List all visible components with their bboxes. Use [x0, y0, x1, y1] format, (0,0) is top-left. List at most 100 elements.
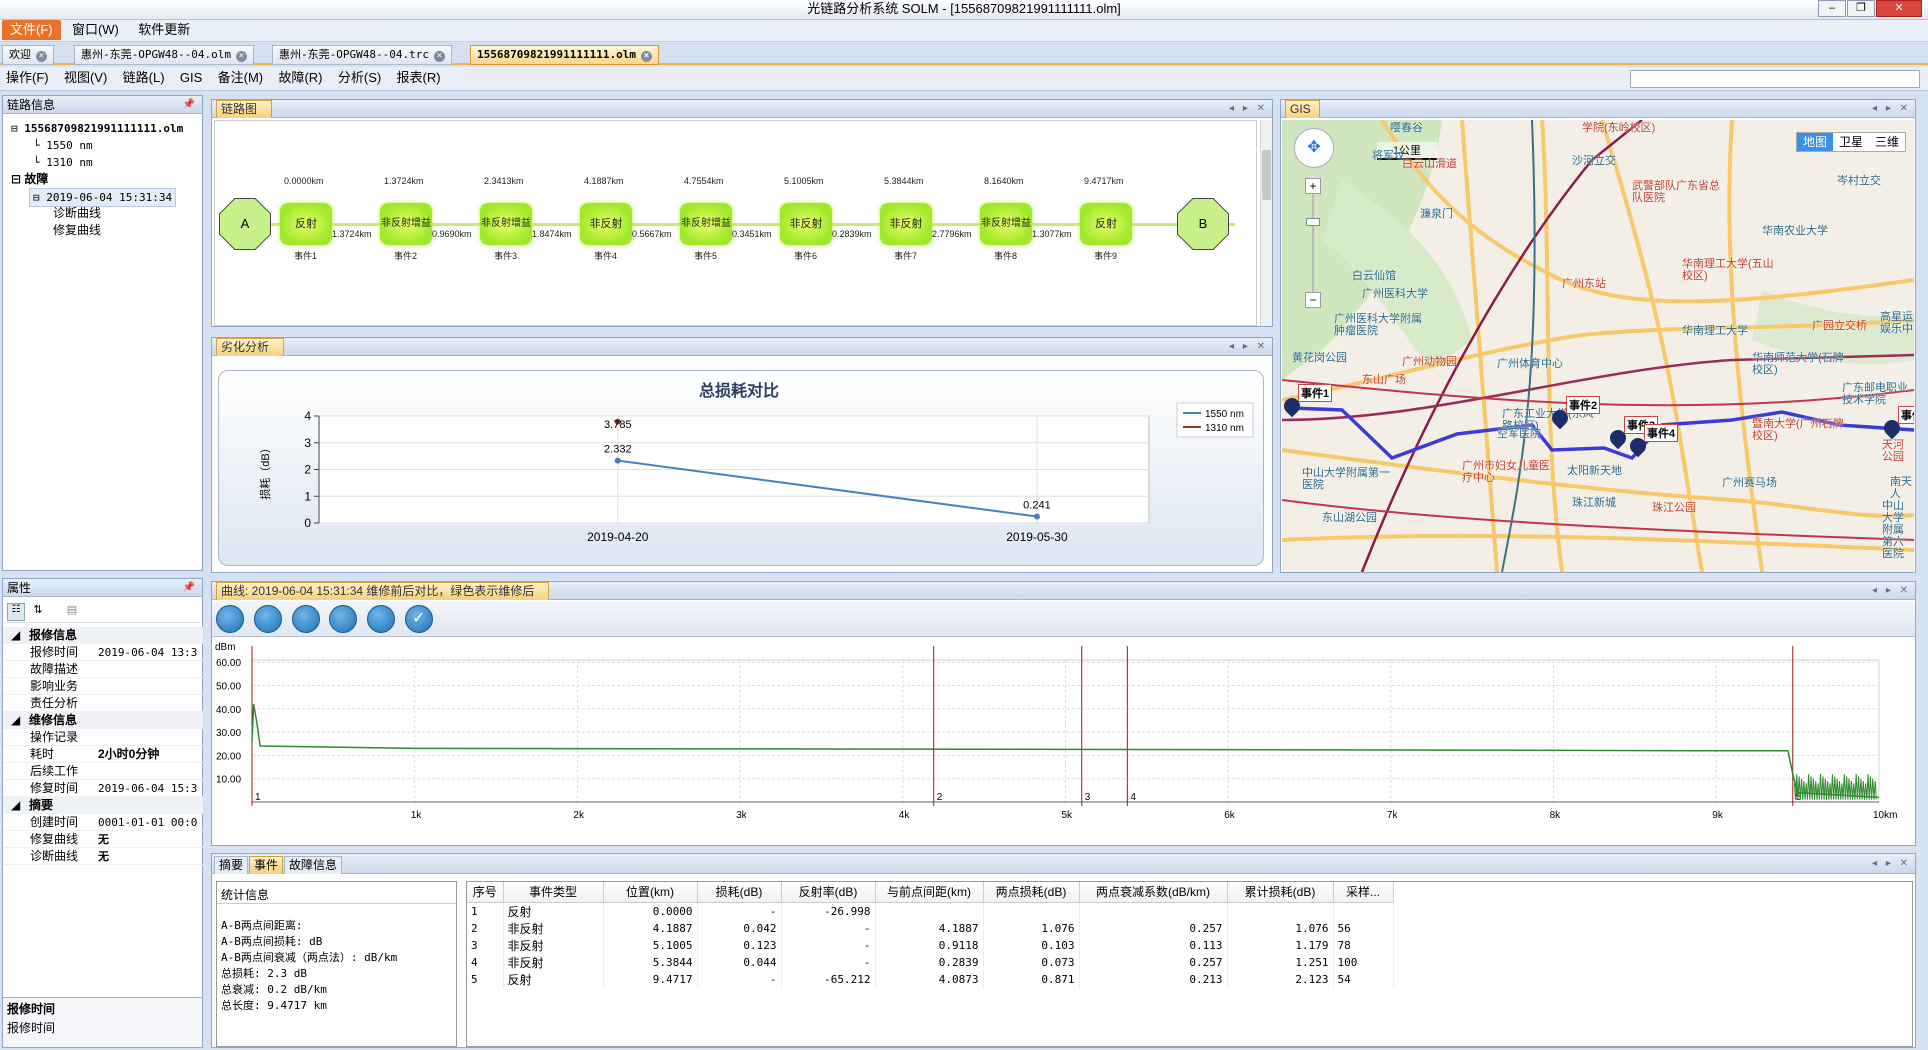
menu-update[interactable]: 软件更新: [130, 20, 198, 40]
menu-link[interactable]: 链路(L): [117, 67, 171, 89]
column-header[interactable]: 反射率(dB): [781, 882, 876, 903]
menu-file[interactable]: 文件(F): [2, 20, 61, 40]
prop-row[interactable]: 后续工作: [3, 763, 203, 780]
column-header[interactable]: 位置(km): [603, 882, 698, 903]
doc-tab-olm[interactable]: 惠州-东莞-OPGW48--04.olm ×: [74, 45, 254, 65]
column-header[interactable]: 序号: [467, 882, 504, 903]
vertical-scrollbar[interactable]: [1260, 120, 1272, 326]
column-header[interactable]: 事件类型: [503, 882, 604, 903]
panel-tab-gis[interactable]: GIS: [1285, 100, 1320, 118]
prop-row[interactable]: 创建时间 0001-01-01 00:0: [3, 814, 203, 831]
event-node[interactable]: 非反射增益: [480, 203, 532, 245]
prop-row[interactable]: 影响业务: [3, 678, 203, 695]
measure-icon[interactable]: [367, 605, 395, 633]
menu-analysis[interactable]: 分析(S): [332, 67, 387, 89]
tab-events[interactable]: 事件: [249, 856, 284, 874]
prop-row[interactable]: 耗时 2小时0分钟: [3, 746, 203, 763]
prop-row[interactable]: 修复时间 2019-06-04 15:3: [3, 780, 203, 797]
gis-map[interactable]: ✥ + − 地图 卫星 三维 1公里 学院(东岭校区) 嘤春谷 将军坟 白云山滑道 沙河…: [1282, 120, 1914, 572]
event-node[interactable]: 非反射: [580, 203, 632, 245]
column-header[interactable]: 两点损耗(dB): [983, 882, 1080, 903]
column-header[interactable]: 与前点间距(km): [875, 882, 984, 903]
event-node[interactable]: 反射: [1080, 203, 1132, 245]
map-zoom-slider[interactable]: + −: [1305, 178, 1321, 308]
zoom-search-icon[interactable]: [216, 605, 244, 633]
column-header[interactable]: 采样...: [1333, 882, 1394, 903]
pin-icon[interactable]: 📌: [183, 579, 198, 597]
panel-nav-icons[interactable]: ◂ ▸ ✕: [1872, 854, 1911, 874]
map-mode-map[interactable]: 地图: [1797, 133, 1834, 151]
property-pages-icon[interactable]: ▤: [63, 603, 81, 621]
search-input[interactable]: [1630, 70, 1920, 88]
panel-tab-link-diagram[interactable]: 链路图: [216, 100, 273, 118]
table-row[interactable]: 2 非反射 4.1887 0.042-4.1887 1.076 0.257 1.076 56: [467, 919, 1394, 937]
tab-close-icon[interactable]: ×: [433, 51, 445, 62]
tree-repair-curve[interactable]: 修复曲线: [53, 222, 101, 239]
event-node[interactable]: 非反射增益: [680, 203, 732, 245]
prop-row[interactable]: 诊断曲线无: [3, 848, 203, 865]
zoom-in-icon[interactable]: +: [1305, 178, 1321, 194]
confirm-check-icon[interactable]: ✓: [405, 605, 433, 633]
tree-diag-curve[interactable]: 诊断曲线: [53, 205, 101, 222]
data-point[interactable]: [614, 457, 621, 464]
zoom-in-y-icon[interactable]: [292, 605, 320, 633]
zoom-out-icon[interactable]: −: [1305, 292, 1321, 308]
table-row[interactable]: 5 反射 9.4717- -65.212 4.0873 0.871 0.213 2.123 54: [467, 970, 1394, 988]
node-b[interactable]: B: [1178, 199, 1228, 249]
prop-row[interactable]: 操作记录: [3, 729, 203, 746]
panel-tab-degradation[interactable]: 劣化分析: [216, 338, 285, 356]
restore-icon[interactable]: ❐: [1847, 0, 1875, 17]
tab-close-icon[interactable]: ×: [640, 51, 652, 62]
prop-group-repair[interactable]: ◢ 维修信息: [3, 712, 203, 729]
prop-row[interactable]: 报修时间 2019-06-04 13:3: [3, 644, 203, 661]
sort-az-icon[interactable]: ⇅: [29, 603, 47, 621]
event-node[interactable]: 非反射增益: [980, 203, 1032, 245]
tab-close-icon[interactable]: ×: [36, 51, 47, 62]
tree-fault-time[interactable]: ⊟ 2019-06-04 15:31:34: [29, 188, 177, 207]
menu-window[interactable]: 窗口(W): [64, 20, 127, 40]
column-header[interactable]: 累计损耗(dB): [1227, 882, 1334, 903]
event-node[interactable]: 非反射增益: [380, 203, 432, 245]
doc-tab-trc[interactable]: 惠州-东莞-OPGW48--04.trc ×: [272, 45, 452, 65]
close-icon[interactable]: ✕: [1876, 0, 1922, 17]
tree-fault[interactable]: ⊟ 故障: [11, 171, 48, 188]
prop-row[interactable]: 修复曲线无: [3, 831, 203, 848]
panel-nav-icons[interactable]: ◂ ▸ ✕: [1229, 100, 1268, 118]
prop-row[interactable]: 故障描述: [3, 661, 203, 678]
map-mode-3d[interactable]: 三维: [1869, 133, 1905, 151]
menu-gis[interactable]: GIS: [174, 67, 208, 89]
menu-view[interactable]: 视图(V): [58, 67, 113, 89]
table-row[interactable]: 4 非反射 5.3844 0.044-0.2839 0.073 0.257 1.251 100: [467, 953, 1394, 971]
menu-fault[interactable]: 故障(R): [272, 67, 328, 89]
prop-group-summary[interactable]: ◢ 摘要: [3, 797, 203, 814]
tree-root[interactable]: ⊟ 15568709821991111111.olm: [11, 120, 183, 137]
event-node[interactable]: 非反射: [780, 203, 832, 245]
scrollbar-thumb[interactable]: [1262, 150, 1271, 200]
zoom-in-x-icon[interactable]: [254, 605, 282, 633]
categorized-icon[interactable]: ☷: [7, 603, 25, 621]
zoom-out-icon[interactable]: [329, 605, 357, 633]
event-node[interactable]: 反射: [280, 203, 332, 245]
data-point[interactable]: [1033, 513, 1040, 520]
tab-close-icon[interactable]: ×: [235, 51, 247, 62]
otdr-chart[interactable]: dBm 10.00 20.00 30.00 40.00 50.00 60.00 1k 2k 3k 4…: [212, 638, 1915, 845]
node-a[interactable]: A: [220, 199, 270, 249]
tree-wl-1550[interactable]: └ 1550 nm: [33, 137, 93, 154]
table-row[interactable]: 3 非反射 5.1005 0.123-0.9118 0.103 0.113 1.179 78: [467, 936, 1394, 954]
panel-nav-icons[interactable]: ◂ ▸ ✕: [1872, 100, 1911, 118]
doc-tab-active[interactable]: 15568709821991111111.olm ×: [470, 45, 659, 65]
menu-report[interactable]: 报表(R): [391, 67, 447, 89]
tab-summary[interactable]: 摘要: [214, 856, 249, 874]
minimize-icon[interactable]: –: [1818, 0, 1846, 17]
map-mode-satellite[interactable]: 卫星: [1833, 133, 1869, 151]
column-header[interactable]: 两点衰减系数(dB/km): [1079, 882, 1228, 903]
panel-nav-icons[interactable]: ◂ ▸ ✕: [1872, 582, 1911, 600]
tree-wl-1310[interactable]: └ 1310 nm: [33, 154, 93, 171]
table-row[interactable]: 1 反射 0.0000- -26.998: [467, 902, 1394, 920]
menu-note[interactable]: 备注(M): [212, 67, 270, 89]
panel-tab-curve[interactable]: 曲线: 2019-06-04 15:31:34 维修前后对比，绿色表示维修后: [216, 582, 550, 600]
panel-nav-icons[interactable]: ◂ ▸ ✕: [1229, 338, 1268, 356]
tab-fault-info[interactable]: 故障信息: [284, 856, 343, 874]
prop-group-report[interactable]: ◢ 报修信息: [3, 627, 203, 644]
pin-icon[interactable]: 📌: [183, 96, 198, 114]
